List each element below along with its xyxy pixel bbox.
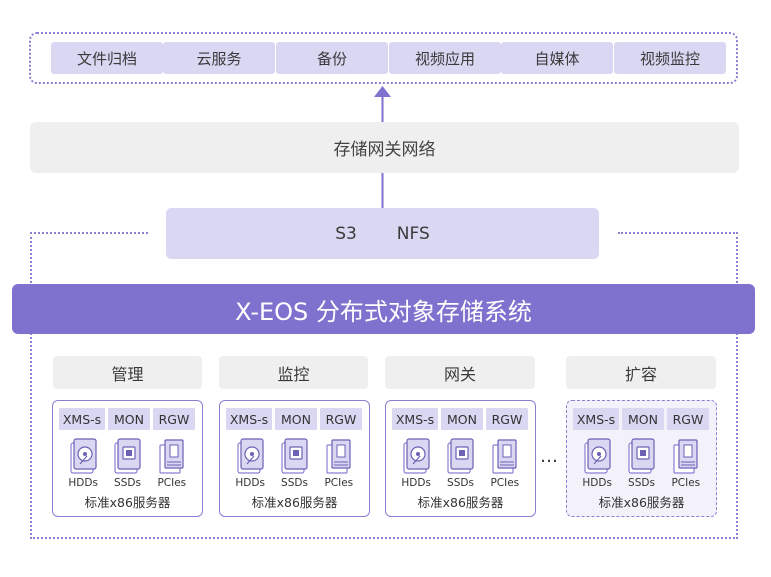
pcie-icon	[159, 439, 184, 474]
device-label: HDDs	[235, 477, 265, 489]
service-rgw: RGW	[486, 408, 528, 430]
cluster-frame-top-left	[30, 232, 148, 234]
device-label: SSDs	[447, 477, 474, 489]
device-label: PCIes	[671, 477, 701, 489]
pcie-icon	[326, 439, 351, 474]
device-label: PCIes	[490, 477, 520, 489]
service-rgw: RGW	[320, 408, 362, 430]
role-gateway: 网关	[385, 356, 535, 389]
device-label: HDDs	[582, 477, 612, 489]
service-rgw: RGW	[153, 408, 195, 430]
device-label: HDDs	[401, 477, 431, 489]
server-label: 标准x86服务器	[417, 495, 504, 510]
device-label: SSDs	[114, 477, 141, 489]
service-xms: XMS-s	[573, 408, 619, 430]
service-xms: XMS-s	[392, 408, 438, 430]
cluster-frame-top-right	[618, 232, 738, 234]
system-title-banner: X-EOS 分布式对象存储系统	[12, 284, 755, 334]
service-mon: MON	[441, 408, 483, 430]
ssd-icon	[628, 438, 656, 474]
hdd-icon	[584, 438, 611, 474]
role-monitoring: 监控	[219, 356, 368, 389]
hdd-icon	[237, 438, 264, 474]
ssd-icon	[114, 438, 142, 474]
protocol-s3: S3	[335, 223, 357, 244]
device-label: HDDs	[68, 477, 98, 489]
more-servers-ellipsis: …	[540, 446, 559, 467]
service-xms: XMS-s	[59, 408, 105, 430]
ssd-icon	[447, 438, 475, 474]
service-mon: MON	[622, 408, 664, 430]
role-expansion: 扩容	[566, 356, 716, 389]
hdd-icon	[403, 438, 430, 474]
pcie-icon	[492, 439, 517, 474]
server-label: 标准x86服务器	[598, 495, 685, 510]
device-label: SSDs	[628, 477, 655, 489]
server-label: 标准x86服务器	[251, 495, 338, 510]
service-mon: MON	[108, 408, 150, 430]
service-xms: XMS-s	[226, 408, 272, 430]
service-mon: MON	[275, 408, 317, 430]
device-label: PCIes	[157, 477, 187, 489]
protocol-nfs: NFS	[396, 223, 430, 244]
server-node: XMS-s MON RGW HDDs SSDs PCIes 标准x86服务器	[219, 400, 370, 517]
protocol-box: S3 NFS	[166, 208, 599, 259]
server-label: 标准x86服务器	[84, 495, 171, 510]
device-label: PCIes	[324, 477, 354, 489]
server-node-expansion: XMS-s MON RGW HDDs SSDs PCIes 标准x86服务器	[566, 400, 717, 517]
storage-gateway-network: 存储网关网络	[30, 122, 739, 173]
service-rgw: RGW	[667, 408, 709, 430]
ssd-icon	[281, 438, 309, 474]
pcie-icon	[673, 439, 698, 474]
role-management: 管理	[53, 356, 202, 389]
server-node: XMS-s MON RGW HDDs SSDs PCIes 标准x86服务器	[385, 400, 536, 517]
device-label: SSDs	[281, 477, 308, 489]
server-node: XMS-s MON RGW HDDs SSDs PCIes 标准x86服务器	[52, 400, 203, 517]
hdd-icon	[70, 438, 97, 474]
arrow-up-icon	[374, 86, 391, 97]
